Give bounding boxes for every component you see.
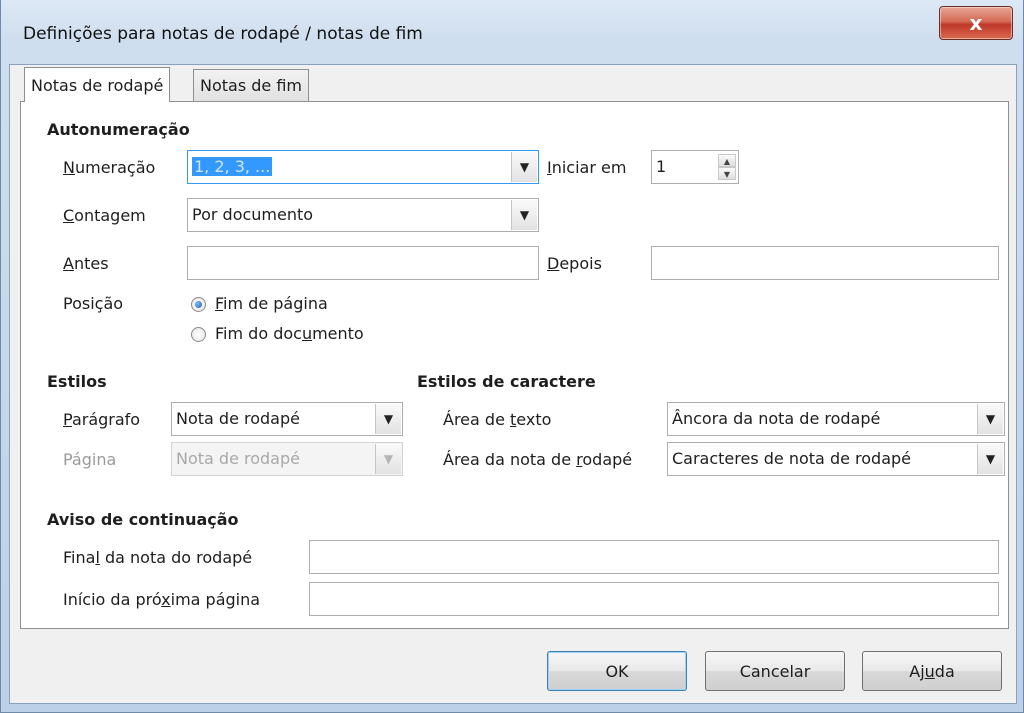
close-button[interactable]: x	[939, 6, 1013, 40]
after-input[interactable]	[651, 246, 999, 280]
footnote-area-style-select[interactable]: Caracteres de nota de rodapé ▼	[667, 442, 1005, 476]
numbering-value: 1, 2, 3, ...	[192, 157, 273, 176]
tab-label: Notas de rodapé	[31, 75, 164, 95]
start-at-label: Iniciar em	[547, 158, 627, 177]
radio-end-of-page[interactable]	[191, 297, 206, 312]
counting-select[interactable]: Por documento ▼	[187, 198, 539, 232]
chevron-down-icon[interactable]: ▼	[375, 404, 401, 434]
end-of-footnote-label: Final da nota do rodapé	[63, 548, 253, 567]
position-label: Posição	[63, 294, 124, 313]
tab-panel: Autonumeração Numeração 1, 2, 3, ... ▼ I…	[20, 101, 1009, 629]
text-area-label: Área de texto	[443, 410, 552, 429]
numbering-label: Numeração	[63, 158, 156, 177]
footnote-area-label: Área da nota de rodapé	[443, 450, 633, 469]
footnote-area-style-value: Caracteres de nota de rodapé	[672, 449, 912, 468]
next-page-label: Início da próxima página	[63, 590, 261, 609]
char-styles-heading: Estilos de caractere	[417, 372, 596, 391]
counting-label: Contagem	[63, 206, 146, 225]
styles-heading: Estilos	[47, 372, 107, 391]
chevron-down-icon[interactable]: ▼	[511, 200, 537, 230]
tab-endnotes[interactable]: Notas de fim	[193, 69, 310, 101]
start-at-value: 1	[656, 157, 667, 176]
dialog-window: Definições para notas de rodapé / notas …	[0, 0, 1024, 713]
ok-label: OK	[605, 661, 629, 681]
paragraph-style-select[interactable]: Nota de rodapé ▼	[171, 402, 403, 436]
ok-button[interactable]: OK	[547, 651, 687, 691]
numbering-select[interactable]: 1, 2, 3, ... ▼	[187, 150, 539, 184]
tab-label: Notas de fim	[200, 76, 303, 95]
dialog-body: Notas de rodapé Notas de fim Autonumeraç…	[9, 64, 1017, 704]
spin-down-icon[interactable]: ▼	[718, 167, 736, 180]
end-of-page-label[interactable]: Fim de página	[215, 294, 328, 313]
paragraph-label: Parágrafo	[63, 410, 141, 429]
help-button[interactable]: Ajuda	[862, 651, 1002, 691]
chevron-down-icon[interactable]: ▼	[511, 152, 537, 182]
text-area-style-value: Âncora da nota de rodapé	[672, 409, 881, 428]
radio-end-of-document[interactable]	[191, 327, 206, 342]
close-icon: x	[969, 11, 983, 35]
cancel-label: Cancelar	[739, 661, 811, 681]
spin-up-icon[interactable]: ▲	[718, 154, 736, 167]
next-page-input[interactable]	[309, 582, 999, 616]
text-area-style-select[interactable]: Âncora da nota de rodapé ▼	[667, 402, 1005, 436]
continuation-heading: Aviso de continuação	[47, 510, 239, 529]
paragraph-style-value: Nota de rodapé	[176, 409, 300, 428]
counting-value: Por documento	[192, 205, 314, 224]
cancel-button[interactable]: Cancelar	[705, 651, 845, 691]
page-label: Página	[63, 450, 117, 469]
dialog-title: Definições para notas de rodapé / notas …	[23, 24, 423, 44]
end-of-footnote-input[interactable]	[309, 540, 999, 574]
start-at-spinner[interactable]: 1 ▲ ▼	[651, 150, 739, 184]
chevron-down-icon[interactable]: ▼	[977, 404, 1003, 434]
autonumbering-heading: Autonumeração	[47, 120, 190, 139]
title-bar: Definições para notas de rodapé / notas …	[1, 0, 1024, 64]
tab-footnotes[interactable]: Notas de rodapé	[24, 67, 171, 102]
end-of-document-label[interactable]: Fim do documento	[215, 324, 364, 343]
page-style-select: Nota de rodapé ▼	[171, 442, 403, 476]
before-label: Antes	[63, 254, 109, 273]
spinner-buttons[interactable]: ▲ ▼	[718, 154, 736, 180]
before-input[interactable]	[187, 246, 539, 280]
chevron-down-icon[interactable]: ▼	[977, 444, 1003, 474]
help-label: Ajuda	[909, 661, 955, 681]
after-label: Depois	[547, 254, 602, 273]
page-style-value: Nota de rodapé	[176, 449, 300, 468]
chevron-down-icon: ▼	[375, 444, 401, 474]
